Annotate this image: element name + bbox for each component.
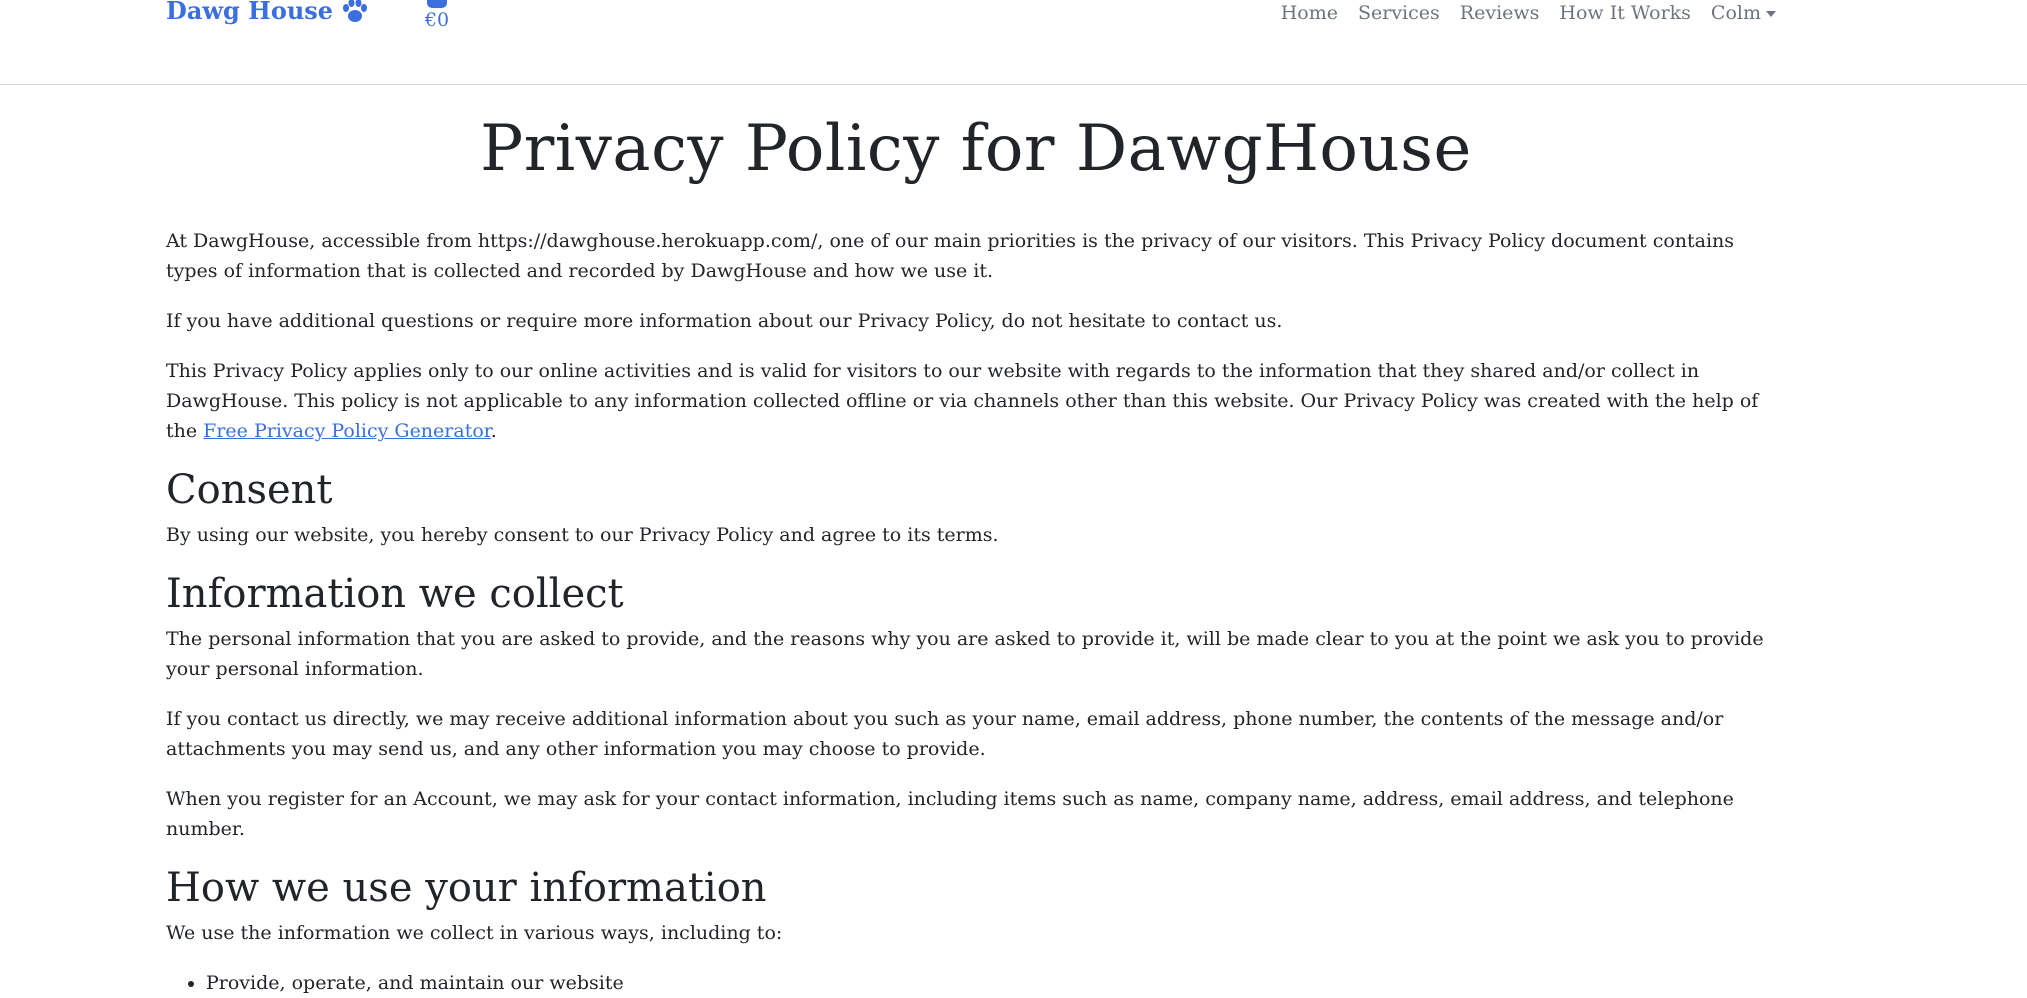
collect-paragraph-2: If you contact us directly, we may recei… — [166, 708, 1724, 761]
privacy-generator-link[interactable]: Free Privacy Policy Generator — [203, 420, 491, 442]
paw-icon — [343, 0, 368, 22]
page-title: Privacy Policy for DawgHouse — [480, 112, 1472, 186]
intro-paragraph-3-end: . — [490, 420, 497, 443]
nav-link-services[interactable]: Services — [1358, 0, 1440, 26]
privacy-policy-content: Privacy Policy for DawgHouse At DawgHous… — [166, 84, 1786, 998]
use-intro-paragraph: We use the information we collect in var… — [166, 922, 783, 945]
top-navbar: Dawg House €0 Home Services Reviews How … — [0, 0, 2027, 85]
cart-total: €0 — [424, 9, 450, 31]
collect-paragraph-3: When you register for an Account, we may… — [166, 788, 1734, 841]
use-heading: How we use your information — [166, 865, 767, 912]
nav-link-home[interactable]: Home — [1281, 0, 1338, 26]
account-dropdown[interactable]: Colm — [1711, 0, 1776, 26]
consent-paragraph: By using our website, you hereby consent… — [166, 524, 999, 547]
intro-paragraph-1: At DawgHouse, accessible from https://da… — [166, 230, 1735, 283]
brand-name: Dawg House — [166, 0, 334, 25]
nav-links: Home Services Reviews How It Works Colm — [1281, 0, 1776, 26]
use-list: Provide, operate, and maintain our websi… — [166, 968, 1786, 998]
collect-paragraph-1: The personal information that you are as… — [166, 628, 1764, 681]
caret-down-icon — [1766, 11, 1776, 17]
nav-link-reviews[interactable]: Reviews — [1460, 0, 1540, 26]
intro-paragraph-2: If you have additional questions or requ… — [166, 310, 1283, 333]
cart-button[interactable]: €0 — [424, 0, 450, 31]
consent-heading: Consent — [166, 467, 333, 514]
shopping-bag-icon — [427, 0, 447, 8]
nav-link-how-it-works[interactable]: How It Works — [1559, 0, 1691, 26]
account-dropdown-label: Colm — [1710, 2, 1761, 24]
use-list-item: Provide, operate, and maintain our websi… — [206, 968, 1786, 998]
intro-paragraph-3: This Privacy Policy applies only to our … — [166, 356, 1786, 446]
brand-link[interactable]: Dawg House — [166, 0, 369, 25]
collect-heading: Information we collect — [166, 571, 624, 618]
